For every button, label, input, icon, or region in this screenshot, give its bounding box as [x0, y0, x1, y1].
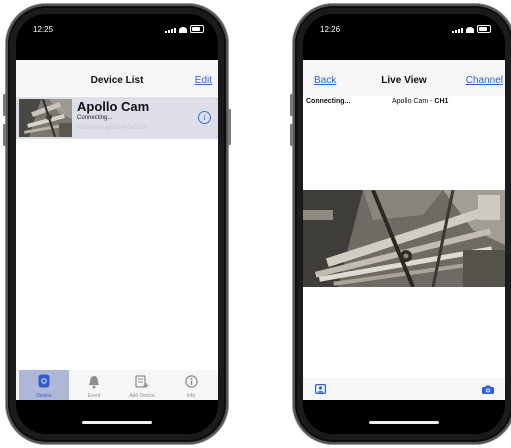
- device-icon: [38, 374, 50, 388]
- home-indicator-area: [16, 400, 218, 434]
- system-icons: [165, 25, 204, 33]
- tab-info[interactable]: Info: [166, 370, 216, 400]
- camera-info-row: Connecting... Apollo Cam - CH1: [303, 97, 505, 111]
- camera-icon[interactable]: [482, 385, 494, 394]
- bell-icon: [89, 376, 99, 389]
- home-indicator-area: [303, 400, 505, 434]
- right-phone-volume-button: [290, 94, 293, 116]
- left-phone-volume-button: [3, 94, 6, 116]
- nav-bar: Back Live View Channel: [303, 60, 505, 96]
- tab-device[interactable]: Device: [19, 370, 69, 400]
- tab-event[interactable]: Event: [69, 370, 119, 400]
- left-phone-volume-button: [3, 124, 6, 146]
- device-name: Apollo Cam: [77, 99, 150, 114]
- device-status: Connecting...: [77, 115, 113, 121]
- system-icons: [452, 25, 491, 33]
- info-icon: [185, 375, 198, 388]
- wifi-icon: [466, 27, 474, 33]
- battery-icon: [477, 25, 491, 33]
- home-indicator[interactable]: [82, 421, 152, 424]
- status-time: 12:26: [320, 25, 341, 34]
- left-phone-screen: 12:25 Device List Edit Apollo Cam Connec…: [16, 14, 218, 434]
- right-phone-volume-button: [290, 124, 293, 146]
- signal-icon: [452, 28, 463, 33]
- device-list-screen: Device List Edit Apollo Cam Connecting..…: [16, 60, 218, 400]
- nav-bar: Device List Edit: [16, 60, 218, 96]
- live-view-screen: Back Live View Channel Connecting... Apo…: [303, 60, 505, 400]
- battery-icon: [190, 25, 204, 33]
- channel-button[interactable]: Channel: [466, 75, 503, 86]
- left-phone: 12:25 Device List Edit Apollo Cam Connec…: [3, 4, 231, 444]
- info-icon[interactable]: i: [198, 111, 211, 124]
- channel-label: CH1: [434, 98, 449, 105]
- right-phone-screen: 12:26 Back Live View Channel Connecting.…: [303, 14, 505, 434]
- page-title: Device List: [90, 75, 144, 86]
- live-view-toolbar: [303, 378, 505, 400]
- tab-add-device[interactable]: Add Device: [117, 370, 167, 400]
- right-phone: 12:26 Back Live View Channel Connecting.…: [290, 4, 511, 444]
- notch: [354, 14, 454, 34]
- tab-bar: Device Event Add Device Info: [16, 370, 218, 400]
- left-phone-power-button: [228, 109, 231, 145]
- home-indicator[interactable]: [369, 421, 439, 424]
- tab-device-label: Device: [36, 393, 52, 399]
- notch: [67, 14, 167, 34]
- tab-event-label: Event: [87, 393, 101, 399]
- live-video-view[interactable]: [303, 190, 505, 287]
- contacts-icon[interactable]: [315, 384, 326, 394]
- tab-add-device-label: Add Device: [129, 393, 155, 399]
- signal-icon: [165, 28, 176, 33]
- camera-name: Apollo Cam -: [392, 98, 433, 105]
- camera-label: Apollo Cam - CH1: [392, 98, 448, 105]
- wifi-icon: [179, 27, 187, 33]
- add-device-icon: [135, 375, 149, 388]
- status-time: 12:25: [33, 25, 54, 34]
- edit-button[interactable]: Edit: [195, 75, 212, 86]
- connection-status: Connecting...: [306, 98, 351, 105]
- device-thumbnail: [19, 99, 72, 137]
- device-row[interactable]: Apollo Cam Connecting... Ncbmbmdagv5b4h3…: [16, 97, 218, 139]
- tab-info-label: Info: [186, 393, 196, 399]
- device-uid: Ncbmbmdagv5b4h3e111a: [77, 125, 147, 131]
